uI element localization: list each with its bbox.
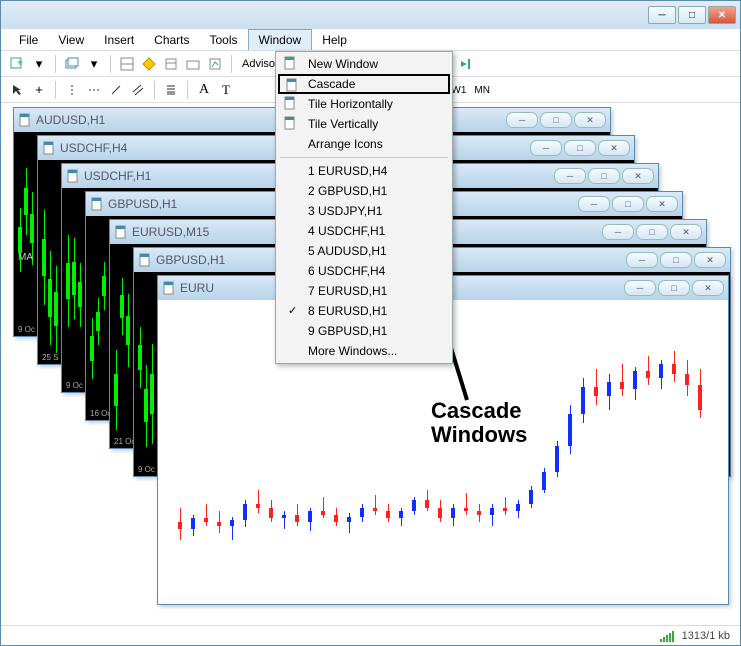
cursor-icon[interactable]	[7, 80, 27, 100]
minimize-button[interactable]: ─	[530, 140, 562, 156]
dropdown-arrow-icon[interactable]: ▾	[84, 54, 104, 74]
window-layout-icon	[283, 56, 299, 72]
close-button[interactable]: ✕	[670, 224, 702, 240]
menu-window[interactable]: Window	[248, 29, 313, 50]
close-button[interactable]: ✕	[646, 196, 678, 212]
chart-doc-icon	[138, 253, 152, 267]
checkmark-icon: ✓	[288, 304, 297, 317]
crosshair-icon[interactable]: +	[29, 80, 49, 100]
text-label-icon[interactable]: T	[216, 80, 236, 100]
menu-item-tile-horizontally[interactable]: Tile Horizontally	[278, 94, 450, 114]
svg-text:+: +	[17, 58, 23, 69]
app-window: ─ □ ✕ FileViewInsertChartsToolsWindowHel…	[0, 0, 741, 646]
window-list-item[interactable]: 7 EURUSD,H1	[278, 281, 450, 301]
chart-title-text: AUDUSD,H1	[36, 113, 105, 127]
close-button[interactable]: ✕	[622, 168, 654, 184]
close-button[interactable]: ✕	[708, 6, 736, 24]
window-list-item[interactable]: 5 AUDUSD,H1	[278, 241, 450, 261]
x-axis-date-label: 25 S	[42, 353, 58, 362]
window-layout-icon	[285, 78, 301, 94]
close-button[interactable]: ✕	[598, 140, 630, 156]
autoscroll-icon[interactable]	[455, 54, 475, 74]
dropdown-arrow-icon[interactable]: ▾	[29, 54, 49, 74]
chart-doc-icon	[90, 197, 104, 211]
window-list-item[interactable]: 4 USDCHF,H1	[278, 221, 450, 241]
menu-tools[interactable]: Tools	[200, 30, 248, 50]
x-axis-date-label: 9 Oc	[138, 465, 155, 474]
market-watch-icon[interactable]	[117, 54, 137, 74]
navigator-icon[interactable]	[139, 54, 159, 74]
minimize-button[interactable]: ─	[602, 224, 634, 240]
menu-view[interactable]: View	[48, 30, 94, 50]
chart-title-text: GBPUSD,H1	[156, 253, 225, 267]
minimize-button[interactable]: ─	[626, 252, 658, 268]
strategy-tester-icon[interactable]	[205, 54, 225, 74]
window-layout-icon	[283, 116, 299, 132]
window-layout-icon	[283, 96, 299, 112]
chart-doc-icon	[18, 113, 32, 127]
data-window-icon[interactable]	[161, 54, 181, 74]
close-button[interactable]: ✕	[692, 280, 724, 296]
trendline-icon[interactable]	[106, 80, 126, 100]
minimize-button[interactable]: ─	[578, 196, 610, 212]
window-list-item[interactable]: 6 USDCHF,H4	[278, 261, 450, 281]
window-list-item[interactable]: 1 EURUSD,H4	[278, 161, 450, 181]
minimize-button[interactable]: ─	[648, 6, 676, 24]
window-list-item[interactable]: 3 USDJPY,H1	[278, 201, 450, 221]
maximize-button[interactable]: □	[678, 6, 706, 24]
timeframe-mn[interactable]: MN	[470, 84, 494, 97]
minimize-button[interactable]: ─	[506, 112, 538, 128]
menu-insert[interactable]: Insert	[94, 30, 144, 50]
menu-help[interactable]: Help	[312, 30, 357, 50]
x-axis-date-label: 9 Oc	[18, 325, 35, 334]
new-chart-icon[interactable]: +	[7, 54, 27, 74]
chart-title-text: EURU	[180, 281, 214, 295]
maximize-button[interactable]: □	[612, 196, 644, 212]
profiles-icon[interactable]	[62, 54, 82, 74]
text-icon[interactable]: A	[194, 80, 214, 100]
chart-doc-icon	[66, 169, 80, 183]
minimize-button[interactable]: ─	[624, 280, 656, 296]
chart-title-text: USDCHF,H1	[84, 169, 151, 183]
chart-title-text: GBPUSD,H1	[108, 197, 177, 211]
maximize-button[interactable]: □	[636, 224, 668, 240]
statusbar: 1313/1 kb	[1, 625, 740, 645]
maximize-button[interactable]: □	[564, 140, 596, 156]
maximize-button[interactable]: □	[660, 252, 692, 268]
window-list-item[interactable]: ✓8 EURUSD,H1	[278, 301, 450, 321]
window-list-item[interactable]: 9 GBPUSD,H1	[278, 321, 450, 341]
menu-file[interactable]: File	[9, 30, 48, 50]
status-bars: 1313/1 kb	[682, 630, 730, 642]
chart-doc-icon	[42, 141, 56, 155]
menu-item-arrange-icons[interactable]: Arrange Icons	[278, 134, 450, 154]
chart-title-text: USDCHF,H4	[60, 141, 127, 155]
menu-item-tile-vertically[interactable]: Tile Vertically	[278, 114, 450, 134]
menu-item-new-window[interactable]: New Window	[278, 54, 450, 74]
chart-doc-icon	[114, 225, 128, 239]
terminal-icon[interactable]	[183, 54, 203, 74]
connection-signal-icon	[660, 630, 674, 642]
close-button[interactable]: ✕	[574, 112, 606, 128]
window-menu-dropdown: New WindowCascadeTile HorizontallyTile V…	[275, 51, 453, 364]
channel-icon[interactable]	[128, 80, 148, 100]
minimize-button[interactable]: ─	[554, 168, 586, 184]
vertical-line-icon[interactable]	[62, 80, 82, 100]
menu-charts[interactable]: Charts	[144, 30, 199, 50]
chart-title-text: EURUSD,M15	[132, 225, 209, 239]
close-button[interactable]: ✕	[694, 252, 726, 268]
annotation-text: Cascade Windows	[431, 399, 527, 447]
window-list-item[interactable]: 2 GBPUSD,H1	[278, 181, 450, 201]
chart-doc-icon	[162, 281, 176, 295]
x-axis-date-label: 9 Oc	[66, 381, 83, 390]
fibonacci-icon[interactable]	[161, 80, 181, 100]
maximize-button[interactable]: □	[540, 112, 572, 128]
menubar: FileViewInsertChartsToolsWindowHelp	[1, 29, 740, 51]
maximize-button[interactable]: □	[658, 280, 690, 296]
titlebar: ─ □ ✕	[1, 1, 740, 29]
horizontal-line-icon[interactable]	[84, 80, 104, 100]
menu-item-cascade[interactable]: Cascade	[278, 74, 450, 94]
maximize-button[interactable]: □	[588, 168, 620, 184]
menu-item-more-windows[interactable]: More Windows...	[278, 341, 450, 361]
indicator-label: MA	[18, 252, 33, 263]
